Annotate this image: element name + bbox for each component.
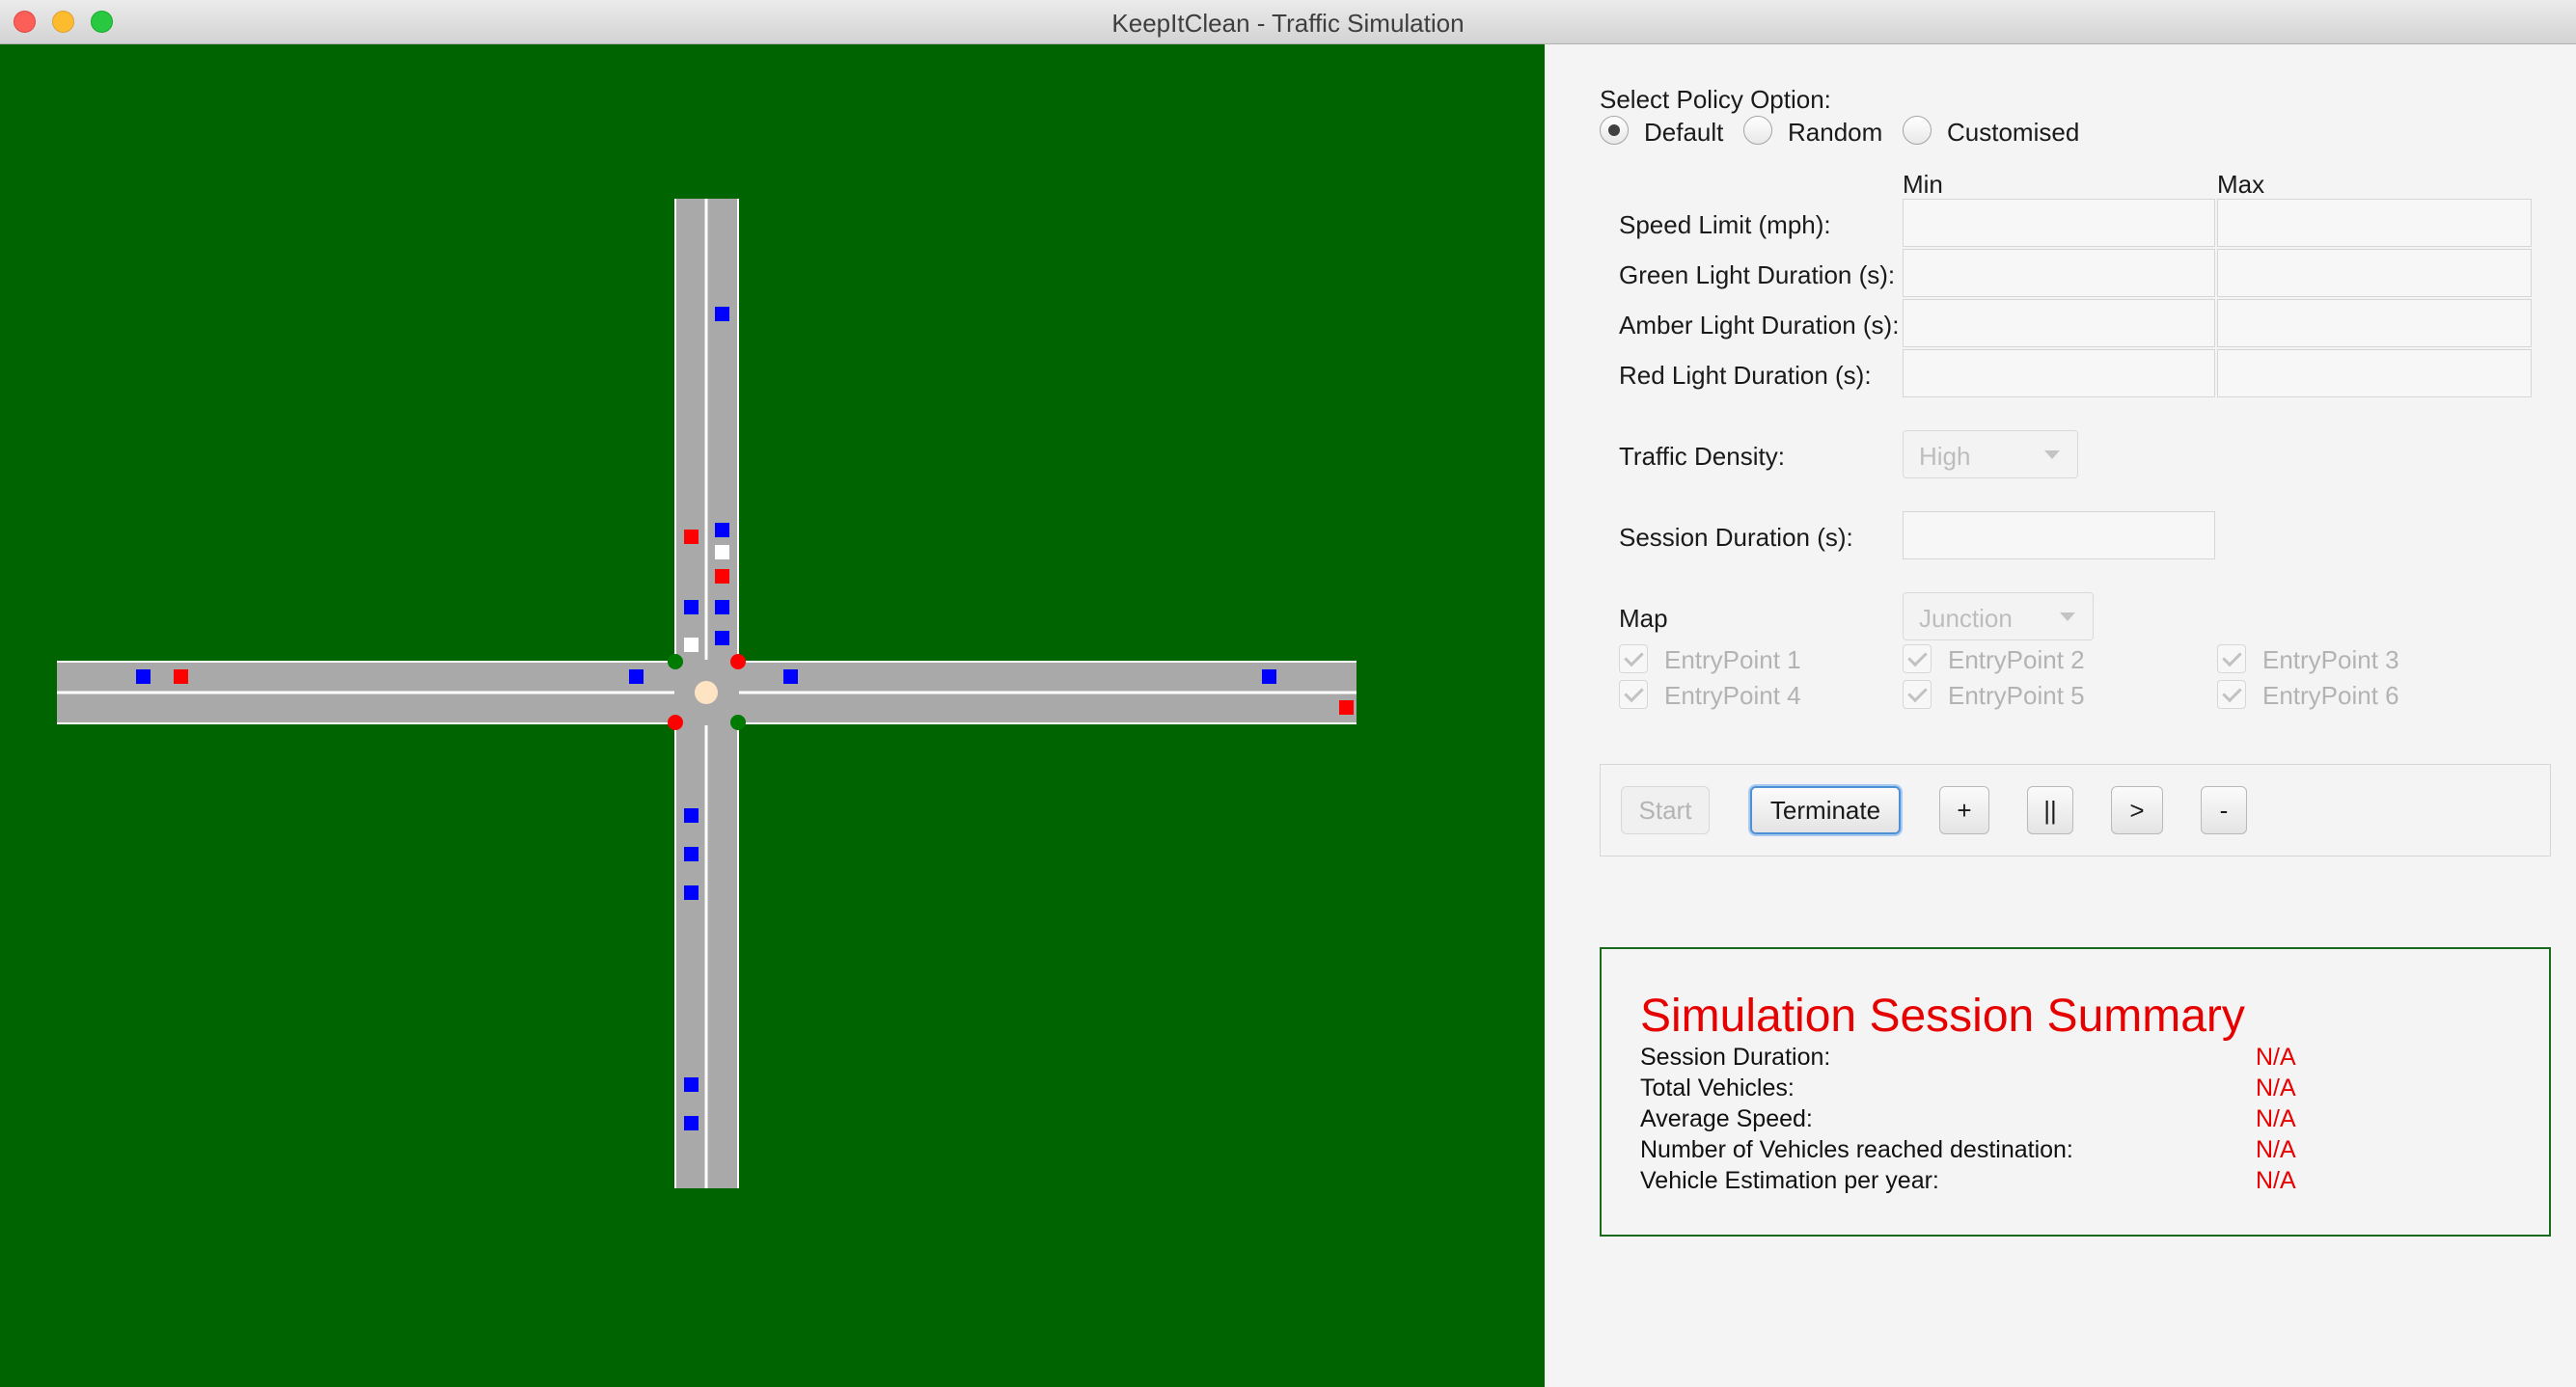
vehicle-blue: [684, 1116, 699, 1130]
vehicle-red: [715, 569, 729, 584]
map-select[interactable]: Junction: [1903, 592, 2094, 640]
min-header: Min: [1903, 170, 1943, 199]
radio-customised-label[interactable]: Customised: [1947, 118, 2079, 148]
speed-limit-max-input[interactable]: [2217, 199, 2532, 247]
entrypoint-5-checkbox[interactable]: [1903, 680, 1932, 709]
speed-limit-label: Speed Limit (mph):: [1619, 210, 1831, 239]
red-light-max-input[interactable]: [2217, 349, 2532, 397]
map-label: Map: [1619, 604, 1668, 633]
map-value: Junction: [1919, 604, 2013, 633]
traffic-light-green: [668, 654, 683, 669]
resume-button[interactable]: >: [2111, 786, 2163, 834]
entrypoint-3-label: EntryPoint 3: [2262, 645, 2399, 674]
green-light-min-input[interactable]: [1903, 249, 2215, 297]
session-duration-input[interactable]: [1903, 511, 2215, 559]
vehicle-blue: [783, 669, 798, 684]
traffic-density-select[interactable]: High: [1903, 430, 2078, 478]
radio-random[interactable]: [1743, 116, 1772, 145]
entrypoint-4-checkbox[interactable]: [1619, 680, 1648, 709]
red-light-label: Red Light Duration (s):: [1619, 361, 1872, 390]
summary-total-vehicles-value: N/A: [2256, 1074, 2296, 1101]
summary-average-speed-label: Average Speed:: [1640, 1105, 1813, 1132]
summary-session-duration-label: Session Duration:: [1640, 1044, 1831, 1071]
traffic-density-label: Traffic Density:: [1619, 442, 1785, 471]
entrypoint-6-checkbox[interactable]: [2217, 680, 2246, 709]
policy-label: Select Policy Option:: [1600, 85, 1831, 114]
chevron-down-icon: [2044, 450, 2060, 459]
summary-average-speed-value: N/A: [2256, 1105, 2296, 1132]
radio-customised[interactable]: [1903, 116, 1932, 145]
vehicle-blue: [684, 600, 699, 614]
slow-down-button[interactable]: -: [2201, 786, 2247, 834]
pause-button[interactable]: ||: [2027, 786, 2073, 834]
start-button[interactable]: Start: [1621, 786, 1710, 834]
amber-light-label: Amber Light Duration (s):: [1619, 311, 1900, 340]
junction-center: [695, 681, 718, 704]
summary-estimation-value: N/A: [2256, 1167, 2296, 1194]
entrypoint-2-label: EntryPoint 2: [1948, 645, 2085, 674]
entrypoint-3-checkbox[interactable]: [2217, 644, 2246, 673]
green-light-max-input[interactable]: [2217, 249, 2532, 297]
vehicle-blue: [684, 847, 699, 861]
vehicle-red: [174, 669, 188, 684]
summary-title: Simulation Session Summary: [1640, 991, 2245, 1042]
control-panel: Select Policy Option: Default Random Cus…: [1545, 44, 2576, 1387]
summary-vehicles-reached-value: N/A: [2256, 1136, 2296, 1163]
simulation-controls: Start Terminate + || > -: [1600, 764, 2551, 857]
entrypoint-1-checkbox[interactable]: [1619, 644, 1648, 673]
traffic-light-red: [730, 654, 746, 669]
summary-vehicles-reached-label: Number of Vehicles reached destination:: [1640, 1136, 2073, 1163]
speed-limit-min-input[interactable]: [1903, 199, 2215, 247]
amber-light-max-input[interactable]: [2217, 299, 2532, 347]
vehicle-blue: [715, 600, 729, 614]
vehicle-red: [684, 530, 699, 544]
vehicle-white: [715, 545, 729, 559]
simulation-canvas: [0, 44, 1545, 1387]
vehicle-blue: [715, 631, 729, 645]
green-light-label: Green Light Duration (s):: [1619, 260, 1896, 289]
vehicle-blue: [629, 669, 644, 684]
summary-session-duration-value: N/A: [2256, 1044, 2296, 1071]
traffic-light-red: [668, 715, 683, 730]
max-header: Max: [2217, 170, 2265, 199]
vehicle-blue: [684, 885, 699, 900]
vehicle-blue: [136, 669, 151, 684]
amber-light-min-input[interactable]: [1903, 299, 2215, 347]
radio-default-label[interactable]: Default: [1644, 118, 1723, 148]
radio-default[interactable]: [1600, 116, 1629, 145]
summary-total-vehicles-label: Total Vehicles:: [1640, 1074, 1795, 1101]
radio-random-label[interactable]: Random: [1788, 118, 1882, 148]
vehicle-blue: [715, 523, 729, 537]
entrypoint-4-label: EntryPoint 4: [1664, 681, 1801, 710]
entrypoint-1-label: EntryPoint 1: [1664, 645, 1801, 674]
vehicle-blue: [684, 1077, 699, 1092]
traffic-density-value: High: [1919, 442, 1971, 471]
session-duration-label: Session Duration (s):: [1619, 523, 1853, 552]
title-bar: KeepItClean - Traffic Simulation: [0, 0, 2576, 44]
vehicle-white: [684, 638, 699, 652]
session-summary: Simulation Session Summary Session Durat…: [1600, 947, 2551, 1237]
traffic-light-green: [730, 715, 746, 730]
window-title: KeepItClean - Traffic Simulation: [1111, 9, 1465, 38]
chevron-down-icon: [2060, 612, 2075, 621]
vehicle-blue: [1262, 669, 1276, 684]
speed-up-button[interactable]: +: [1939, 786, 1989, 834]
summary-estimation-label: Vehicle Estimation per year:: [1640, 1167, 1939, 1194]
vehicle-blue: [715, 307, 729, 321]
vehicle-blue: [684, 808, 699, 823]
vehicle-red: [1339, 700, 1354, 715]
entrypoint-5-label: EntryPoint 5: [1948, 681, 2085, 710]
entrypoint-2-checkbox[interactable]: [1903, 644, 1932, 673]
junction-map: [57, 199, 1357, 1188]
terminate-button[interactable]: Terminate: [1750, 786, 1901, 834]
entrypoint-6-label: EntryPoint 6: [2262, 681, 2399, 710]
red-light-min-input[interactable]: [1903, 349, 2215, 397]
